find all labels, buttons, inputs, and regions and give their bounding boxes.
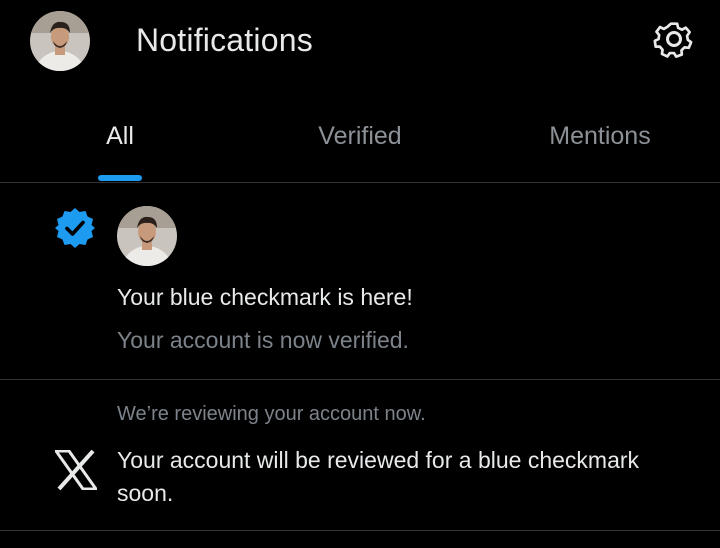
notification-body: Your account will be reviewed for a blue… [117,447,640,506]
tab-all[interactable]: All [106,122,134,151]
top-app-bar: Notifications [0,0,720,90]
tab-bar: All Verified Mentions [0,100,720,182]
verified-badge-icon [53,206,97,250]
active-tab-indicator [98,175,142,181]
notification-subtitle: Your account is now verified. [117,327,409,353]
tab-verified[interactable]: Verified [318,122,401,151]
tab-mentions[interactable]: Mentions [549,122,650,151]
profile-avatar[interactable] [30,11,90,71]
gear-icon[interactable] [652,17,696,61]
notification-title: Your blue checkmark is here! [117,284,413,310]
x-logo-icon [53,449,99,491]
avatar[interactable] [117,206,177,266]
divider [0,530,720,531]
notification-subtitle: We’re reviewing your account now. [117,403,426,425]
page-title: Notifications [136,22,313,58]
